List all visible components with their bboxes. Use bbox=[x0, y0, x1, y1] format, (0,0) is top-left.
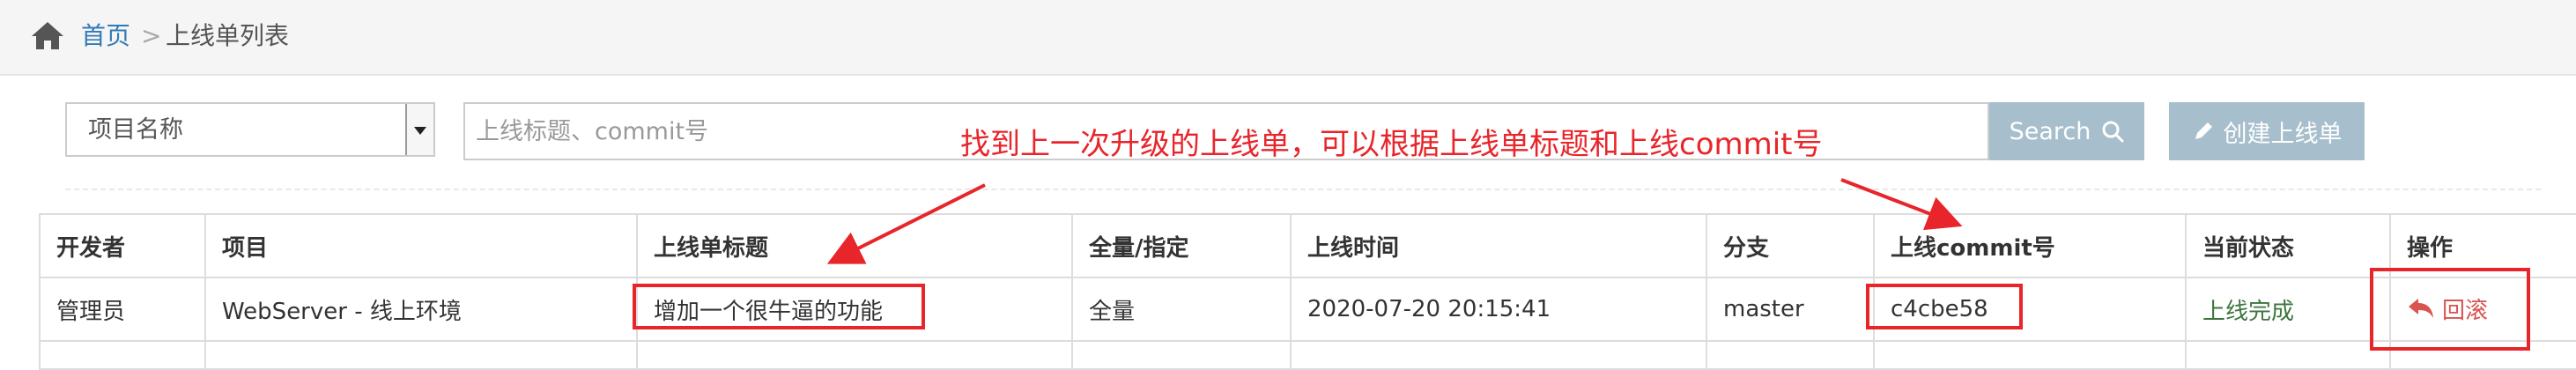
arrow-to-title bbox=[826, 183, 986, 264]
annotation-arrows bbox=[826, 178, 1963, 264]
arrow-to-commit bbox=[1840, 178, 1963, 231]
